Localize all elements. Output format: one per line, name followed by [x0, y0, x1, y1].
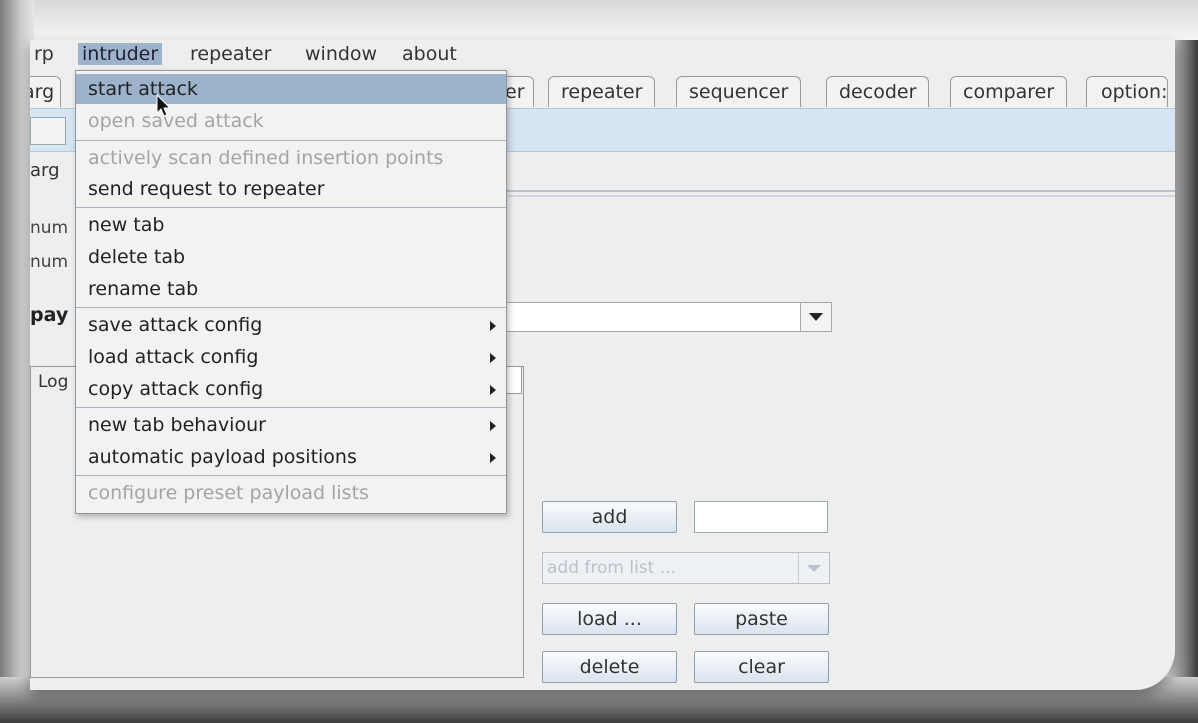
menu-item-new-tab[interactable]: new tab — [76, 210, 506, 240]
menu-item-label: open saved attack — [88, 110, 264, 132]
tab-decoder[interactable]: decoder — [826, 76, 930, 107]
payload-list-item: Log — [38, 372, 69, 392]
menu-burp[interactable]: rp — [30, 43, 58, 65]
tab-sequencer[interactable]: sequencer — [676, 76, 802, 107]
menubar: rp intruder repeater window about — [30, 40, 1175, 70]
divider — [500, 190, 1175, 192]
menu-separator — [76, 307, 506, 308]
menu-item-label: copy attack config — [88, 378, 264, 400]
add-from-list-select: add from list ... — [542, 552, 830, 584]
payload-type-select[interactable] — [500, 302, 832, 332]
tab-target[interactable]: arg — [30, 76, 62, 107]
menu-item-start-attack[interactable]: start attack — [76, 74, 506, 104]
menu-item-label: load attack config — [88, 346, 259, 368]
menu-separator — [76, 475, 506, 476]
mouse-pointer-icon — [156, 94, 172, 117]
menu-item-delete-tab[interactable]: delete tab — [76, 242, 506, 272]
menu-item-label: configure preset payload lists — [88, 482, 369, 504]
menu-item-automatic-payload-positions[interactable]: automatic payload positions — [76, 442, 506, 472]
tab-repeater[interactable]: repeater — [548, 76, 656, 107]
payload-set-label: num — [30, 218, 69, 238]
menu-item-configure-preset-payload-lists: configure preset payload lists — [76, 478, 506, 508]
menu-repeater[interactable]: repeater — [186, 43, 275, 65]
menu-item-label: delete tab — [88, 246, 186, 268]
menu-separator — [76, 207, 506, 208]
menu-item-save-attack-config[interactable]: save attack config — [76, 310, 506, 340]
intruder-menu: start attack open saved attack actively … — [75, 70, 507, 514]
menu-item-copy-attack-config[interactable]: copy attack config — [76, 374, 506, 404]
menu-separator — [76, 407, 506, 408]
menu-item-send-to-repeater[interactable]: send request to repeater — [76, 174, 506, 204]
menu-separator — [76, 140, 506, 141]
menu-item-label: send request to repeater — [88, 178, 325, 200]
clear-button[interactable]: clear — [694, 651, 829, 683]
chevron-right-icon — [490, 453, 496, 463]
menu-item-label: rename tab — [88, 278, 199, 300]
menu-item-open-saved-attack: open saved attack — [76, 106, 506, 136]
tab-comparer[interactable]: comparer — [950, 76, 1068, 107]
menu-intruder[interactable]: intruder — [78, 43, 163, 65]
chevron-down-icon — [798, 553, 829, 583]
add-from-list-label: add from list ... — [547, 558, 676, 578]
menu-item-label: save attack config — [88, 314, 263, 336]
payload-options-heading: pay — [30, 304, 69, 326]
delete-button[interactable]: delete — [542, 651, 677, 683]
chevron-right-icon — [490, 321, 496, 331]
inner-tab-target[interactable]: arg — [30, 160, 60, 181]
photo-frame-top — [0, 0, 1198, 40]
menu-item-label: start attack — [88, 78, 198, 100]
paste-button[interactable]: paste — [694, 603, 829, 635]
menu-item-label: new tab behaviour — [88, 414, 266, 436]
divider — [500, 195, 1175, 197]
chevron-right-icon — [490, 385, 496, 395]
chevron-right-icon — [490, 421, 496, 431]
chevron-right-icon — [490, 353, 496, 363]
menu-about[interactable]: about — [398, 43, 461, 65]
add-button[interactable]: add — [542, 501, 677, 533]
menu-item-label: actively scan defined insertion points — [88, 147, 444, 169]
subtab-1[interactable] — [30, 117, 66, 145]
burp-window: rp intruder repeater window about arg er… — [30, 40, 1175, 690]
menu-item-new-tab-behaviour[interactable]: new tab behaviour — [76, 410, 506, 440]
tab-options[interactable]: option: — [1086, 76, 1169, 107]
menu-item-load-attack-config[interactable]: load attack config — [76, 342, 506, 372]
menu-item-actively-scan: actively scan defined insertion points — [76, 143, 506, 173]
menu-item-label: automatic payload positions — [88, 446, 357, 468]
menu-item-rename-tab[interactable]: rename tab — [76, 274, 506, 304]
menu-window[interactable]: window — [301, 43, 381, 65]
photo-frame-left — [0, 0, 34, 723]
list-scrollbar[interactable] — [506, 366, 522, 394]
payload-count-label: num — [30, 252, 69, 272]
load-button[interactable]: load ... — [542, 603, 677, 635]
menu-item-label: new tab — [88, 214, 165, 236]
chevron-down-icon[interactable] — [800, 303, 831, 331]
add-payload-input[interactable] — [694, 501, 828, 533]
